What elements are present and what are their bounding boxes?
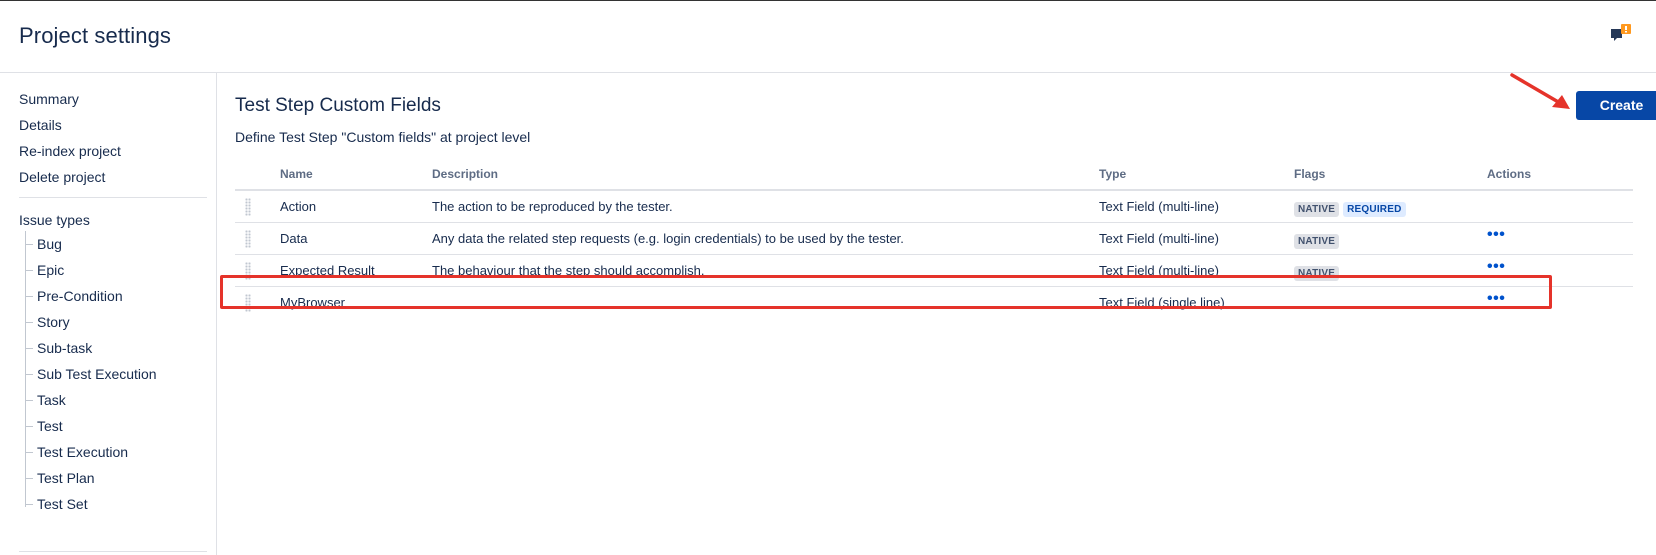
sidebar-item-details[interactable]: Details bbox=[19, 117, 62, 133]
more-actions-icon[interactable]: ••• bbox=[1487, 290, 1505, 308]
sidebar-issue-types-heading[interactable]: Issue types bbox=[19, 212, 90, 228]
field-name: Data bbox=[280, 231, 308, 246]
flags: NATIVE bbox=[1294, 263, 1343, 281]
issue-type-label: Bug bbox=[37, 236, 62, 252]
drag-handle-icon[interactable] bbox=[245, 230, 251, 248]
tree-line bbox=[25, 231, 26, 507]
native-badge: NATIVE bbox=[1294, 202, 1340, 217]
field-description: The action to be reproduced by the teste… bbox=[432, 199, 673, 214]
issue-type-label: Sub-task bbox=[37, 340, 93, 356]
field-type: Text Field (single line) bbox=[1099, 295, 1225, 310]
field-type: Text Field (multi-line) bbox=[1099, 263, 1219, 278]
flags: NATIVE REQUIRED bbox=[1294, 199, 1410, 217]
drag-handle-icon[interactable] bbox=[245, 198, 251, 216]
page-header: Project settings bbox=[0, 1, 1656, 73]
field-name: Expected Result bbox=[280, 263, 375, 278]
sidebar-divider bbox=[19, 551, 207, 552]
column-header-name[interactable]: Name bbox=[280, 167, 313, 181]
sidebar-divider bbox=[19, 197, 207, 198]
table-row: MyBrowser Text Field (single line) ••• bbox=[235, 287, 1633, 319]
sidebar-item-summary[interactable]: Summary bbox=[19, 91, 79, 107]
issue-type-label: Task bbox=[37, 392, 66, 408]
more-actions-icon[interactable]: ••• bbox=[1487, 226, 1505, 244]
column-header-flags[interactable]: Flags bbox=[1294, 167, 1325, 181]
issue-type-label: Story bbox=[37, 314, 70, 330]
flags: NATIVE bbox=[1294, 231, 1343, 249]
table-row: Expected Result The behaviour that the s… bbox=[235, 255, 1633, 287]
field-name: MyBrowser bbox=[280, 295, 346, 310]
field-description: Any data the related step requests (e.g.… bbox=[432, 231, 904, 246]
more-actions-icon[interactable]: ••• bbox=[1487, 258, 1505, 276]
required-badge: REQUIRED bbox=[1343, 202, 1406, 217]
issue-type-label: Test Execution bbox=[37, 444, 129, 460]
sidebar: Summary Details Re-index project Delete … bbox=[0, 73, 217, 555]
field-name: Action bbox=[280, 199, 317, 214]
issue-type-label: Test bbox=[37, 418, 63, 434]
issue-type-label: Sub Test Execution bbox=[37, 366, 157, 382]
native-badge: NATIVE bbox=[1294, 234, 1340, 249]
field-type: Text Field (multi-line) bbox=[1099, 199, 1219, 214]
drag-handle-icon[interactable] bbox=[245, 294, 251, 312]
issue-type-label: Test Set bbox=[37, 496, 88, 512]
column-header-type[interactable]: Type bbox=[1099, 167, 1126, 181]
custom-fields-table: Name Description Type Flags Actions Acti… bbox=[235, 159, 1633, 319]
column-header-description[interactable]: Description bbox=[432, 167, 498, 181]
feedback-icon[interactable] bbox=[1610, 23, 1632, 45]
annotation-arrow-icon bbox=[1510, 73, 1570, 109]
main-content: Test Step Custom Fields Define Test Step… bbox=[218, 73, 1656, 555]
field-type: Text Field (multi-line) bbox=[1099, 231, 1219, 246]
table-row: Data Any data the related step requests … bbox=[235, 223, 1633, 255]
issue-type-label: Test Plan bbox=[37, 470, 95, 486]
section-title: Test Step Custom Fields bbox=[235, 95, 441, 116]
field-description: The behaviour that the step should accom… bbox=[432, 263, 705, 278]
drag-handle-icon[interactable] bbox=[245, 262, 251, 280]
issue-type-label: Epic bbox=[37, 262, 65, 278]
native-badge: NATIVE bbox=[1294, 266, 1340, 281]
sidebar-item-reindex[interactable]: Re-index project bbox=[19, 143, 121, 159]
sidebar-item-delete-project[interactable]: Delete project bbox=[19, 169, 105, 185]
column-header-actions: Actions bbox=[1487, 167, 1532, 181]
page-title: Project settings bbox=[19, 23, 172, 48]
table-row: Action The action to be reproduced by th… bbox=[235, 191, 1633, 223]
table-header: Name Description Type Flags Actions bbox=[235, 159, 1633, 191]
section-description: Define Test Step "Custom fields" at proj… bbox=[235, 129, 531, 145]
create-button[interactable]: Create bbox=[1576, 91, 1656, 120]
issue-type-label: Pre-Condition bbox=[37, 288, 123, 304]
